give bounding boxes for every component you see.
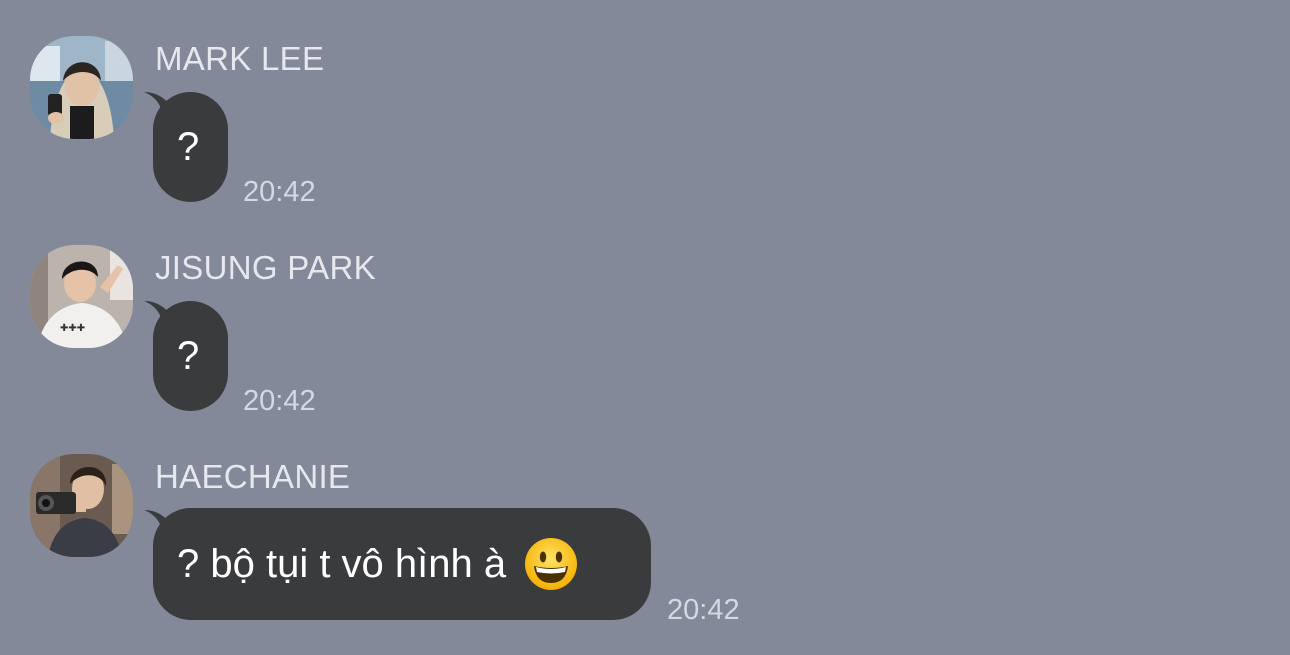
avatar[interactable] bbox=[30, 454, 133, 557]
message-text: ? bộ tụi t vô hình à bbox=[177, 541, 507, 586]
message-time: 20:42 bbox=[243, 176, 316, 208]
grinning-face-emoji-icon bbox=[525, 538, 578, 590]
sender-name: JISUNG PARK bbox=[155, 249, 376, 286]
message-time: 20:42 bbox=[243, 385, 316, 417]
sender-name: MARK LEE bbox=[155, 40, 325, 77]
avatar-photo-icon: ✚✚✚ bbox=[30, 245, 133, 348]
chat-thread: MARK LEE ? 20:42 ✚✚✚ JISUNG PARK ? 20:42… bbox=[0, 0, 1290, 655]
sender-name: HAECHANIE bbox=[155, 458, 351, 495]
message-bubble[interactable]: ? bbox=[153, 301, 228, 411]
avatar-photo-icon bbox=[30, 36, 133, 139]
message-text: ? bbox=[177, 333, 200, 378]
message-time: 20:42 bbox=[667, 594, 740, 626]
avatar-photo-icon bbox=[30, 454, 133, 557]
message-bubble[interactable]: ? bbox=[153, 92, 228, 202]
avatar[interactable] bbox=[30, 36, 133, 139]
svg-text:✚✚✚: ✚✚✚ bbox=[60, 323, 85, 334]
message-text: ? bbox=[177, 124, 200, 169]
avatar[interactable]: ✚✚✚ bbox=[30, 245, 133, 348]
message-bubble[interactable]: ? bộ tụi t vô hình à bbox=[153, 508, 651, 620]
